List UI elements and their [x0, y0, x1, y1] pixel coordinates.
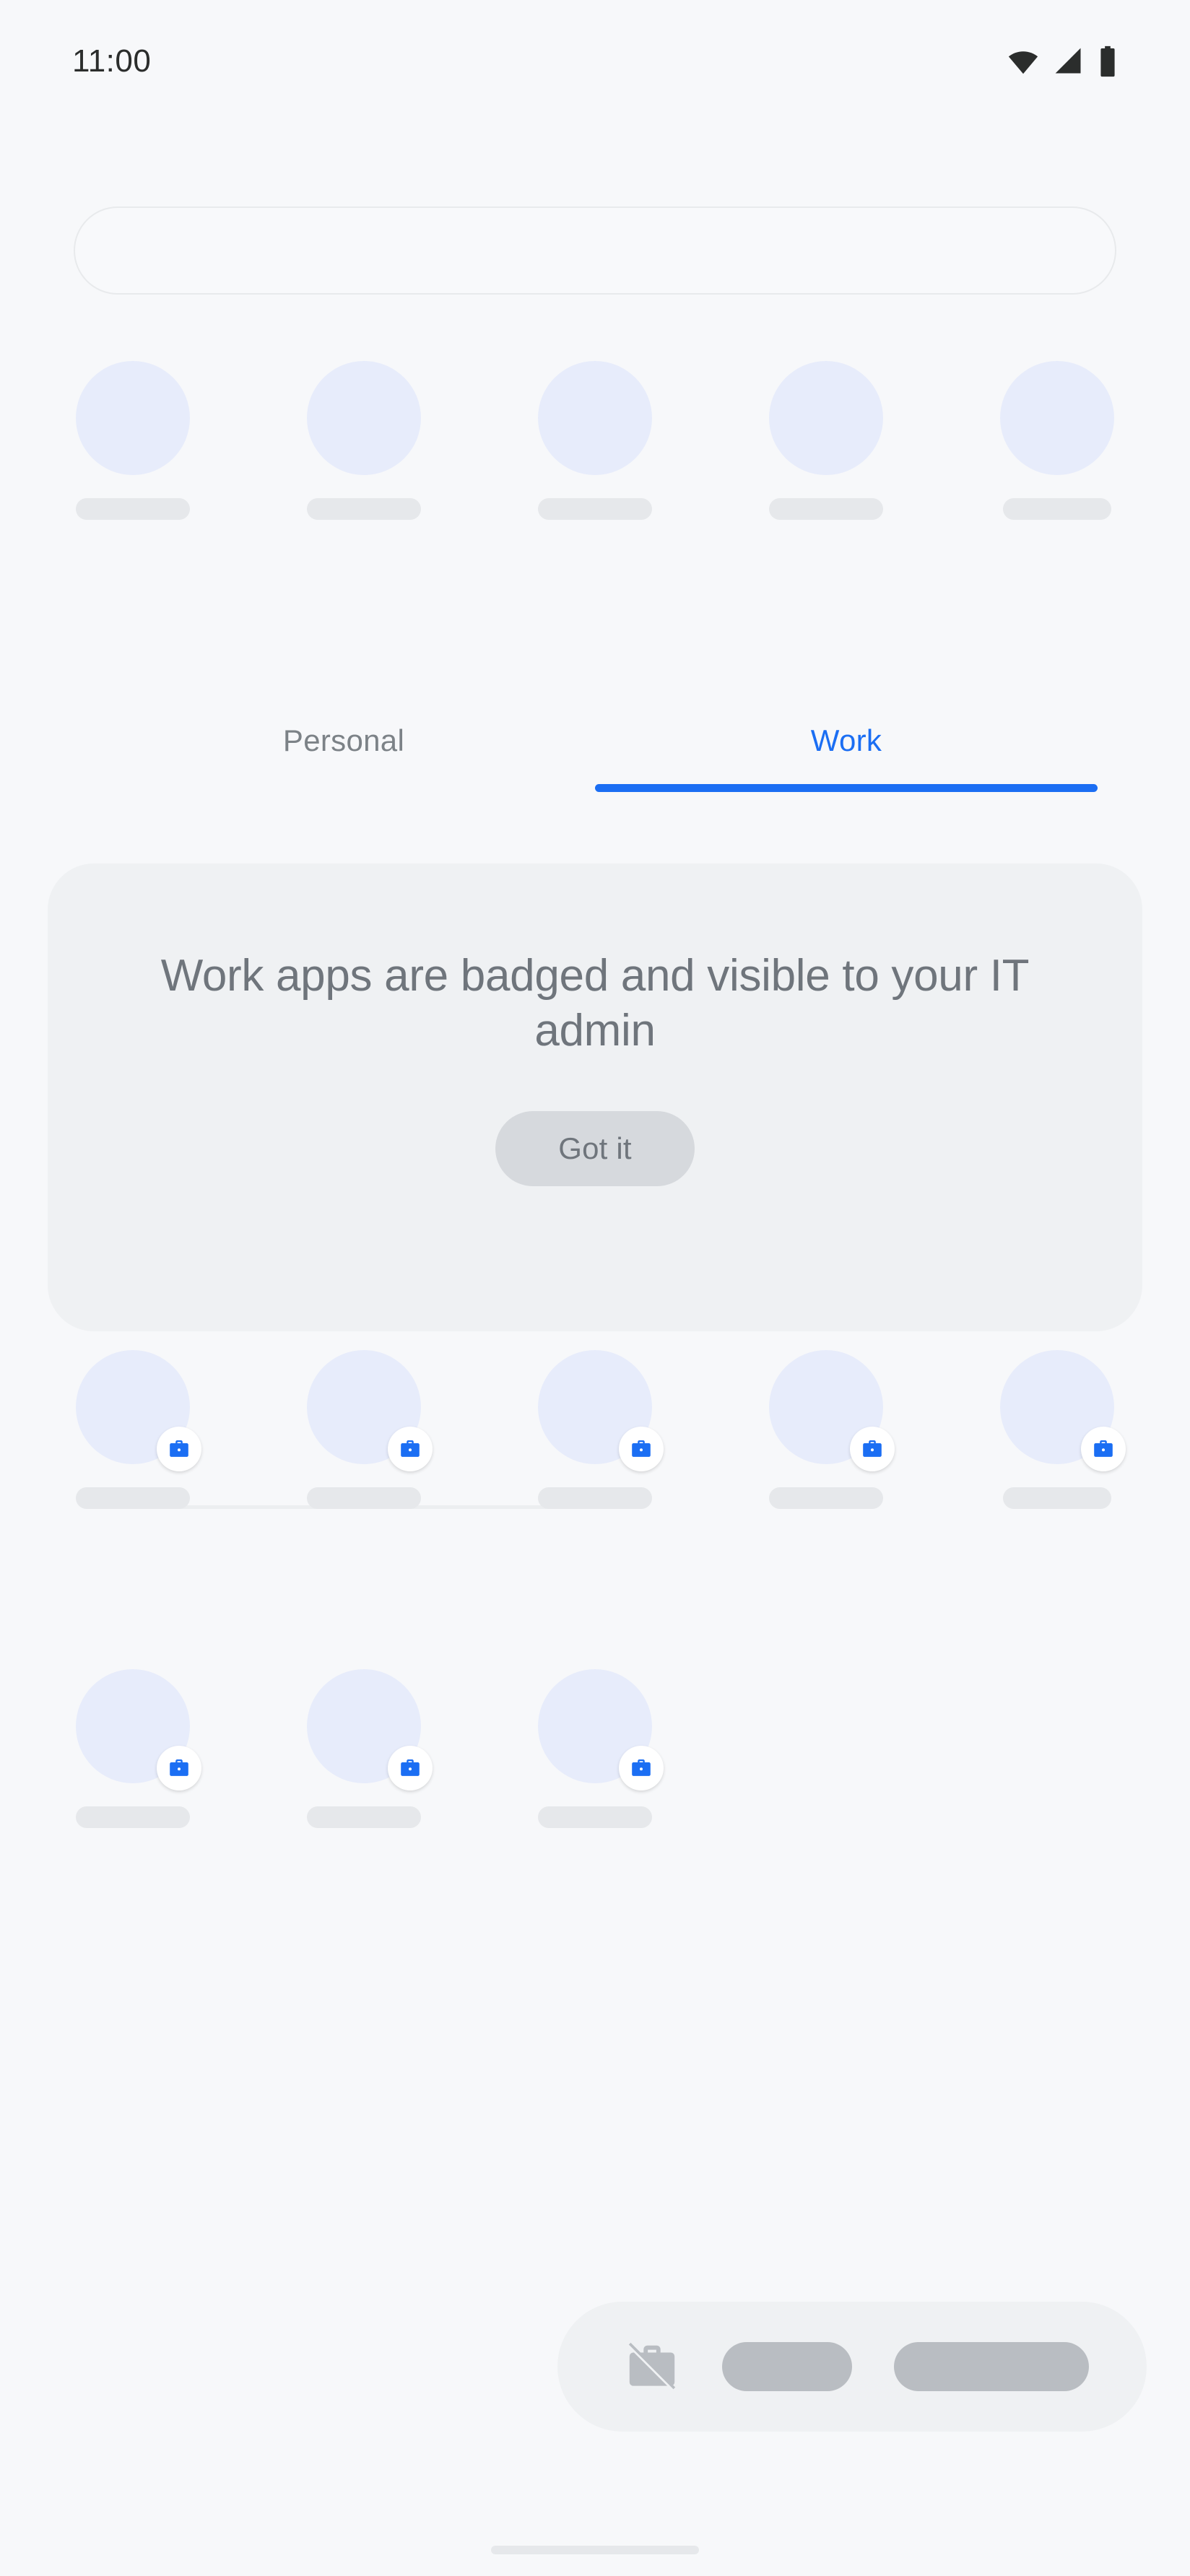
work-app-item[interactable]: [968, 1350, 1147, 1509]
status-bar: 11:00: [0, 0, 1190, 123]
work-app-item[interactable]: [505, 1669, 685, 1828]
app-icon-wrap: [307, 1350, 433, 1471]
app-icon-wrap: [769, 1350, 895, 1471]
app-icon-wrap: [538, 1669, 664, 1790]
work-bar-label-placeholder: [722, 2342, 852, 2391]
profile-tabs: Personal Work: [92, 700, 1098, 1509]
app-icon-wrap: [769, 361, 883, 475]
tab-active-indicator: [595, 784, 1098, 792]
work-profile-info-card: Work apps are badged and visible to your…: [48, 863, 1142, 1331]
app-label-placeholder: [76, 498, 190, 520]
tab-work[interactable]: Work: [595, 700, 1098, 781]
app-label-placeholder: [769, 1487, 883, 1509]
app-label-placeholder: [538, 1487, 652, 1509]
work-app-row-1: [43, 1350, 1147, 1509]
status-bar-icons: [1007, 45, 1118, 78]
briefcase-badge-icon: [157, 1427, 201, 1471]
app-icon-wrap: [1000, 361, 1114, 475]
briefcase-badge-icon: [619, 1746, 664, 1790]
work-app-item[interactable]: [737, 1350, 916, 1509]
app-icon-wrap: [76, 1669, 201, 1790]
app-icon-wrap: [76, 1350, 201, 1471]
work-app-item[interactable]: [505, 1350, 685, 1509]
app-item[interactable]: [274, 361, 453, 520]
app-label-placeholder: [307, 1487, 421, 1509]
search-input[interactable]: [74, 206, 1116, 295]
wifi-icon: [1007, 45, 1040, 78]
app-slot-empty: [737, 1669, 916, 1828]
work-off-icon: [624, 2338, 680, 2395]
work-app-item[interactable]: [43, 1669, 222, 1828]
gesture-nav-handle[interactable]: [491, 2546, 699, 2554]
app-placeholder-icon: [769, 361, 883, 475]
app-placeholder-icon: [307, 361, 421, 475]
app-label-placeholder: [307, 498, 421, 520]
app-icon-wrap: [307, 361, 421, 475]
app-item[interactable]: [505, 361, 685, 520]
app-label-placeholder: [769, 498, 883, 520]
work-profile-toggle-bar[interactable]: [557, 2302, 1147, 2432]
briefcase-badge-icon: [157, 1746, 201, 1790]
got-it-button[interactable]: Got it: [495, 1110, 695, 1186]
app-placeholder-icon: [538, 361, 652, 475]
app-item[interactable]: [968, 361, 1147, 520]
briefcase-badge-icon: [388, 1746, 433, 1790]
app-label-placeholder: [307, 1806, 421, 1828]
app-label-placeholder: [76, 1806, 190, 1828]
status-bar-clock: 11:00: [72, 43, 152, 79]
app-label-placeholder: [76, 1487, 190, 1509]
app-row-top: [43, 361, 1147, 520]
app-placeholder-icon: [76, 361, 190, 475]
briefcase-badge-icon: [619, 1427, 664, 1471]
cell-signal-icon: [1053, 45, 1085, 77]
app-label-placeholder: [538, 498, 652, 520]
app-slot-empty: [968, 1669, 1147, 1828]
work-bar-label-placeholder-2: [894, 2342, 1089, 2391]
work-app-item[interactable]: [274, 1350, 453, 1509]
app-label-placeholder: [538, 1806, 652, 1828]
work-app-item[interactable]: [43, 1350, 222, 1509]
app-label-placeholder: [1003, 498, 1111, 520]
app-icon-wrap: [76, 361, 190, 475]
briefcase-badge-icon: [1081, 1427, 1126, 1471]
app-icon-wrap: [538, 1350, 664, 1471]
app-icon-wrap: [1000, 1350, 1126, 1471]
app-item[interactable]: [737, 361, 916, 520]
info-card-title: Work apps are badged and visible to your…: [160, 951, 1030, 1056]
work-app-item[interactable]: [274, 1669, 453, 1828]
briefcase-badge-icon: [850, 1427, 895, 1471]
app-icon-wrap: [307, 1669, 433, 1790]
app-placeholder-icon: [1000, 361, 1114, 475]
battery-icon: [1098, 45, 1118, 78]
android-work-profile-launcher: 11:00 Personal Work Work apps are badged…: [0, 0, 1190, 2576]
app-item[interactable]: [43, 361, 222, 520]
tab-personal[interactable]: Personal: [92, 700, 595, 781]
work-app-row-2: [43, 1669, 1147, 1828]
briefcase-badge-icon: [388, 1427, 433, 1471]
app-icon-wrap: [538, 361, 652, 475]
app-label-placeholder: [1003, 1487, 1111, 1509]
